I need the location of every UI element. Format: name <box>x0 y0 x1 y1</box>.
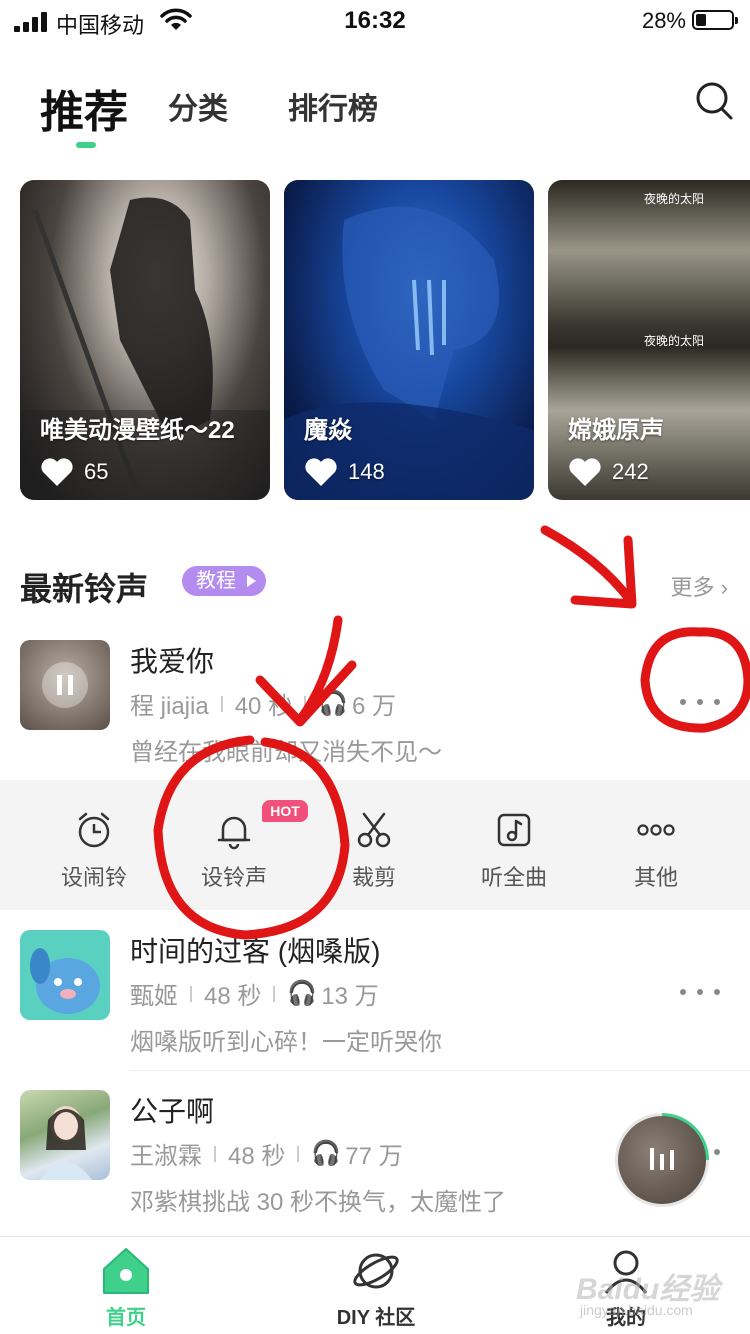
ringtone-duration: 48 秒 <box>204 983 262 1010</box>
playlist-cards: 唯美动漫壁纸～22 65 魔焱 148 夜晚的太阳 夜晚的太阳 嫦娥原声 242 <box>20 180 750 500</box>
nav-home[interactable]: 首页 <box>46 1245 206 1330</box>
ringtone-item[interactable]: 我爱你 程 jiajia 40 秒 🎧 6 万 曾经在我眼前却又消失不见～ <box>0 640 750 780</box>
heart-icon <box>41 458 73 486</box>
dragon-art <box>284 206 534 500</box>
ringtone-duration: 40 秒 <box>234 693 293 720</box>
ringtone-artist: 程 jiajia <box>130 693 209 720</box>
hot-badge: HOT <box>262 800 308 822</box>
headphone-icon: 🎧 <box>318 690 348 717</box>
more-circles-icon <box>637 824 675 836</box>
ringtone-title: 公子啊 <box>130 1096 215 1127</box>
bell-icon <box>217 816 251 850</box>
ringtone-plays: 77 万 <box>345 1143 403 1170</box>
top-tabs: 推荐 分类 排行榜 <box>0 60 750 160</box>
tab-ranking[interactable]: 排行榜 <box>288 84 378 128</box>
divider <box>130 1070 750 1071</box>
playlist-card[interactable]: 唯美动漫壁纸～22 65 <box>20 180 270 500</box>
battery-icon <box>692 10 738 30</box>
action-label: 裁剪 <box>351 865 396 890</box>
ringtone-cover <box>20 640 110 730</box>
ringtone-meta: 甄姬 48 秒 🎧 13 万 <box>130 976 379 1011</box>
play-triangle-icon <box>247 575 256 587</box>
like-count: 148 <box>348 459 385 484</box>
ringtone-action-bar: 设闹铃 设铃声 HOT 裁剪 听全曲 其他 <box>0 780 750 910</box>
playlist-card[interactable]: 魔焱 148 <box>284 180 534 500</box>
status-bar: 中国移动 16:32 28% <box>0 0 750 42</box>
ringtone-duration: 48 秒 <box>228 1143 286 1170</box>
action-label: 设闹铃 <box>60 865 127 890</box>
set-alarm-button[interactable]: 设闹铃 <box>44 810 144 892</box>
ringtone-meta: 程 jiajia 40 秒 🎧 6 万 <box>130 686 396 721</box>
tutorial-badge[interactable]: 教程 <box>182 566 266 596</box>
ringtone-desc: 曾经在我眼前却又消失不见～ <box>130 739 442 766</box>
card-overlay-text: 夜晚的太阳 <box>644 192 705 206</box>
anime-figure-art <box>20 197 270 500</box>
card-likes: 242 <box>568 456 649 488</box>
more-options-icon[interactable] <box>680 692 720 712</box>
headphone-icon: 🎧 <box>311 1140 342 1167</box>
annotation-arrow-right <box>540 525 637 609</box>
full-song-button[interactable]: 听全曲 <box>464 810 564 892</box>
tab-recommend[interactable]: 推荐 <box>40 76 128 140</box>
tutorial-label: 教程 <box>196 570 236 592</box>
music-note-icon <box>497 813 531 847</box>
nav-label: 首页 <box>106 1307 146 1329</box>
action-label: 其他 <box>633 865 678 890</box>
battery-percent: 28% <box>641 8 686 33</box>
mini-player[interactable] <box>614 1112 710 1208</box>
heart-icon <box>569 458 601 486</box>
ringtone-plays: 6 万 <box>351 693 396 720</box>
ringtone-item[interactable]: 时间的过客 (烟嗓版) 甄姬 48 秒 🎧 13 万 烟嗓版听到心碎！一定听哭你 <box>0 930 750 1071</box>
action-label: 听全曲 <box>480 865 547 890</box>
like-count: 65 <box>84 459 109 484</box>
ringtone-title: 时间的过客 (烟嗓版) <box>130 936 381 967</box>
heart-icon <box>305 458 337 486</box>
portrait-art <box>40 1106 92 1180</box>
scissors-icon <box>357 812 391 848</box>
set-ringtone-button[interactable]: 设铃声 <box>184 810 284 892</box>
ringtone-artist: 王淑霖 <box>130 1143 202 1170</box>
other-button[interactable]: 其他 <box>606 810 706 892</box>
home-icon <box>103 1248 149 1294</box>
ringtone-cover <box>20 930 110 1020</box>
tab-indicator <box>76 142 96 148</box>
trim-button[interactable]: 裁剪 <box>324 810 424 892</box>
section-title: 最新铃声 <box>20 571 149 607</box>
action-label: 设铃声 <box>200 865 267 890</box>
cartoon-dog-art <box>30 948 100 1014</box>
nav-diy-community[interactable]: DIY 社区 <box>296 1245 456 1330</box>
ringtone-artist: 甄姬 <box>130 983 178 1010</box>
card-title: 嫦娥原声 <box>568 417 664 444</box>
card-overlay-text: 夜晚的太阳 <box>644 334 705 348</box>
alarm-clock-icon <box>78 812 110 848</box>
watermark-url: jingyan.baidu.com <box>580 1302 693 1318</box>
ringtone-plays: 13 万 <box>321 983 379 1010</box>
card-likes: 148 <box>304 456 385 488</box>
card-title: 魔焱 <box>304 417 352 444</box>
ringtone-desc: 邓紫棋挑战 30 秒不换气，太魔性了 <box>130 1189 507 1216</box>
clock: 16:32 <box>344 7 406 34</box>
equalizer-icon <box>650 1148 674 1170</box>
ringtone-title: 我爱你 <box>130 646 215 677</box>
pause-icon[interactable] <box>42 662 88 708</box>
card-likes: 65 <box>40 456 108 488</box>
ringtone-desc: 烟嗓版听到心碎！一定听哭你 <box>130 1029 442 1056</box>
ringtone-cover <box>20 1090 110 1180</box>
tab-category[interactable]: 分类 <box>168 84 228 128</box>
more-link[interactable]: 更多 › <box>671 570 728 602</box>
card-title: 唯美动漫壁纸～22 <box>40 417 235 444</box>
ringtone-meta: 王淑霖 48 秒 🎧 77 万 <box>130 1136 403 1171</box>
more-options-icon[interactable] <box>680 982 720 1002</box>
planet-icon <box>353 1253 399 1289</box>
playlist-card[interactable]: 夜晚的太阳 夜晚的太阳 嫦娥原声 242 <box>548 180 750 500</box>
search-icon[interactable] <box>694 78 734 122</box>
headphone-icon: 🎧 <box>287 980 318 1007</box>
like-count: 242 <box>612 459 649 484</box>
nav-label: DIY 社区 <box>336 1307 416 1329</box>
